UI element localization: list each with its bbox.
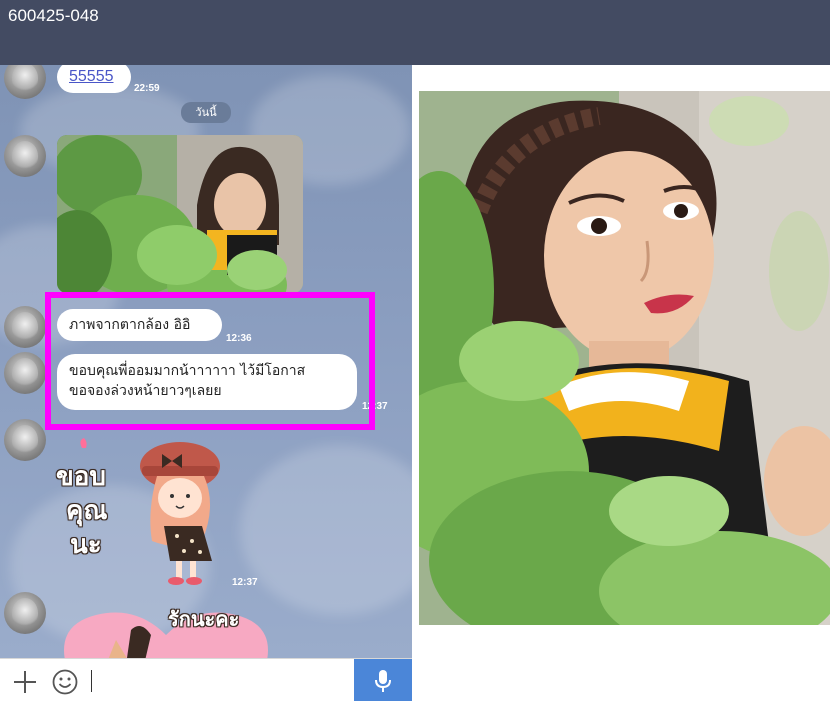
sticker-text: รักนะคะ: [168, 607, 240, 631]
avatar[interactable]: [4, 306, 46, 348]
message-time: 12:37: [232, 577, 258, 588]
portrait-photo: [419, 91, 830, 625]
avatar[interactable]: [4, 135, 46, 177]
window-title: 600425-048: [8, 6, 99, 25]
chat-panel[interactable]: 55555 22:59 วันนี้ ภาพจากตากล้อง อิอิ 12…: [0, 65, 412, 658]
sticker-text: นะ: [70, 530, 102, 560]
smile-icon[interactable]: [52, 669, 78, 695]
message-bubble[interactable]: 55555: [57, 65, 131, 93]
image-thumbnail: [57, 135, 303, 293]
message-input-bar[interactable]: [0, 658, 412, 701]
window-header: 600425-048: [0, 0, 830, 65]
avatar[interactable]: [4, 352, 46, 394]
avatar[interactable]: [4, 419, 46, 461]
sticker-message[interactable]: รักนะคะ: [56, 595, 276, 658]
message-link[interactable]: 55555: [69, 68, 114, 85]
sticker-message[interactable]: ขอบ คุณ นะ: [52, 436, 242, 586]
image-message[interactable]: [57, 135, 303, 293]
cloud-decoration: [240, 445, 412, 615]
text-cursor[interactable]: [91, 670, 92, 692]
photo-preview[interactable]: [419, 91, 830, 625]
voice-button[interactable]: [354, 659, 412, 701]
sticker-heart-image: [64, 612, 268, 658]
avatar[interactable]: [4, 592, 46, 634]
date-separator: วันนี้: [181, 102, 231, 123]
mic-icon: [375, 670, 391, 692]
message-time: 22:59: [134, 83, 160, 94]
plus-icon[interactable]: [12, 669, 38, 695]
highlight-box: [45, 292, 375, 430]
avatar[interactable]: [4, 65, 46, 99]
